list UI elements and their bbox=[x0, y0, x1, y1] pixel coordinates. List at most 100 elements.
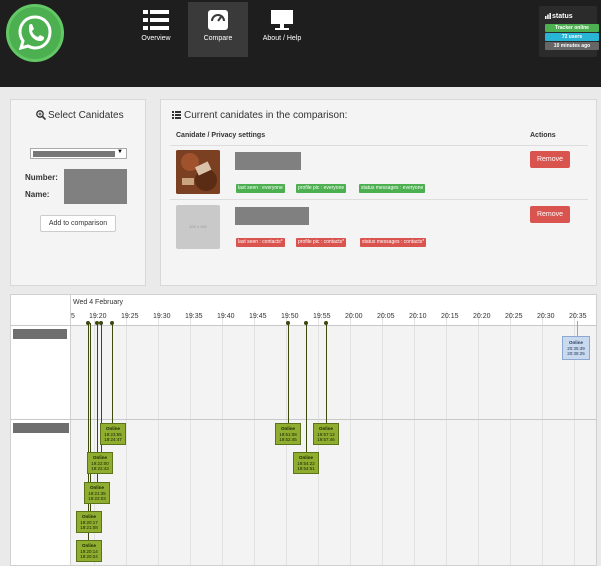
nav-overview[interactable]: Overview bbox=[126, 2, 186, 57]
privacy-tag: status messages : contacts* bbox=[360, 238, 427, 247]
whatsapp-icon bbox=[18, 15, 52, 51]
add-to-comparison-button[interactable]: Add to comparison bbox=[40, 215, 116, 232]
time-tick: 20:15 bbox=[441, 313, 459, 320]
time-tick: 19:50 bbox=[281, 313, 299, 320]
column-header-candidate: Canidate / Privacy settings bbox=[176, 132, 266, 139]
time-tick: 19:25 bbox=[121, 313, 139, 320]
timeline-date: Wed 4 February bbox=[73, 299, 124, 306]
grid-line bbox=[542, 311, 543, 565]
grid-line bbox=[478, 311, 479, 565]
event-end: 20:38:25 bbox=[567, 351, 585, 356]
table-divider bbox=[170, 145, 588, 146]
monitor-icon bbox=[271, 10, 293, 30]
time-tick: 20:25 bbox=[505, 313, 523, 320]
grid-line bbox=[254, 311, 255, 565]
avatar-photo bbox=[176, 150, 220, 194]
event-dot bbox=[110, 321, 114, 325]
timeline-row-label-redacted bbox=[13, 423, 69, 433]
candidate-select-value bbox=[33, 151, 115, 157]
event-end: 19:24:47 bbox=[104, 437, 122, 442]
event-end: 19:52:45 bbox=[279, 437, 297, 442]
event-dot bbox=[99, 321, 103, 325]
event-dot bbox=[304, 321, 308, 325]
comparison-panel-title: Current canidates in the comparison: bbox=[184, 110, 348, 121]
candidate-select[interactable]: ▼ bbox=[30, 148, 127, 159]
grid-line bbox=[126, 311, 127, 565]
event-connector bbox=[577, 321, 578, 337]
event-dot bbox=[286, 321, 290, 325]
privacy-tag: status messages : everyone bbox=[359, 184, 426, 193]
select-panel-title: Select Canidates bbox=[48, 110, 124, 121]
number-label: Number: bbox=[25, 173, 58, 182]
scale-icon bbox=[208, 10, 228, 30]
privacy-tag: last seen : contacts* bbox=[236, 238, 285, 247]
search-plus-icon bbox=[36, 110, 46, 120]
event-connector bbox=[288, 323, 289, 423]
grid-line bbox=[222, 311, 223, 565]
nav-overview-label: Overview bbox=[141, 35, 171, 42]
time-tick: 20:05 bbox=[377, 313, 395, 320]
grid-line bbox=[510, 311, 511, 565]
event-dot bbox=[324, 321, 328, 325]
event-end: 19:22:43 bbox=[91, 466, 109, 471]
event-end: 19:57:46 bbox=[317, 437, 335, 442]
remove-candidate-button[interactable]: Remove bbox=[530, 206, 570, 223]
remove-candidate-button[interactable]: Remove bbox=[530, 151, 570, 168]
time-tick: 19:45 bbox=[249, 313, 267, 320]
nav-about-help[interactable]: About / Help bbox=[252, 2, 312, 57]
time-tick: 20:35 bbox=[569, 313, 587, 320]
time-tick: 5 bbox=[71, 313, 75, 320]
status-updated-badge: 10 minutes ago bbox=[545, 42, 599, 50]
grid-line bbox=[414, 311, 415, 565]
timeline-event[interactable]: Online 20:35:39 20:38:25 bbox=[562, 336, 590, 360]
candidate-avatar bbox=[176, 150, 220, 194]
time-tick: 19:35 bbox=[185, 313, 203, 320]
event-connector bbox=[326, 323, 327, 423]
timeline-event[interactable]: Online 19:20:17 19:21:08 bbox=[76, 511, 102, 533]
time-tick: 19:20 bbox=[89, 313, 107, 320]
privacy-tag: profile pic : everyone bbox=[296, 184, 347, 193]
chevron-down-icon: ▼ bbox=[117, 149, 123, 155]
candidate-details-redacted bbox=[64, 169, 127, 204]
event-connector bbox=[306, 323, 307, 453]
time-tick: 19:55 bbox=[313, 313, 331, 320]
timeline[interactable]: Wed 4 February 5 19:20 19:25 19:30 19:35… bbox=[10, 294, 597, 566]
top-bar: Overview Compare About / Help status Tra… bbox=[0, 0, 601, 87]
grid-line bbox=[350, 311, 351, 565]
candidate-name-redacted bbox=[235, 152, 301, 170]
name-label: Name: bbox=[25, 190, 50, 199]
event-connector bbox=[112, 323, 113, 423]
nav-compare[interactable]: Compare bbox=[188, 2, 248, 57]
privacy-tag: profile pic : contacts* bbox=[296, 238, 347, 247]
time-tick: 20:30 bbox=[537, 313, 555, 320]
status-icon bbox=[545, 13, 551, 19]
row-separator bbox=[11, 325, 596, 326]
candidate-name-redacted bbox=[235, 207, 309, 225]
list-icon bbox=[172, 111, 181, 119]
time-tick: 20:10 bbox=[409, 313, 427, 320]
column-header-actions: Actions bbox=[530, 132, 556, 139]
row-separator bbox=[11, 419, 596, 420]
grid-line bbox=[158, 311, 159, 565]
timeline-event[interactable]: Online 19:23:55 19:24:47 bbox=[100, 423, 126, 445]
grid-line bbox=[190, 311, 191, 565]
whatsapp-logo[interactable] bbox=[6, 4, 64, 62]
table-divider bbox=[170, 199, 588, 200]
time-tick: 20:00 bbox=[345, 313, 363, 320]
status-tracker-badge: Tracker online bbox=[545, 24, 599, 32]
timeline-event[interactable]: Online 19:20:14 19:20:24 bbox=[76, 540, 102, 562]
timeline-event[interactable]: Online 19:54:22 19:54:51 bbox=[293, 452, 319, 474]
event-end: 19:22:03 bbox=[88, 496, 106, 501]
timeline-event[interactable]: Online 19:51:08 19:52:45 bbox=[275, 423, 301, 445]
nav-about-label: About / Help bbox=[262, 35, 302, 42]
event-dot bbox=[86, 321, 90, 325]
event-end: 19:20:24 bbox=[80, 554, 98, 559]
grid-line bbox=[446, 311, 447, 565]
timeline-grid bbox=[71, 326, 596, 565]
status-title: status bbox=[552, 13, 573, 20]
timeline-event[interactable]: Online 19:22:00 19:22:43 bbox=[87, 452, 113, 474]
event-end: 19:54:51 bbox=[297, 466, 315, 471]
time-tick: 19:40 bbox=[217, 313, 235, 320]
timeline-event[interactable]: Online 19:57:12 19:57:46 bbox=[313, 423, 339, 445]
timeline-event[interactable]: Online 19:21:35 19:22:03 bbox=[84, 482, 110, 504]
